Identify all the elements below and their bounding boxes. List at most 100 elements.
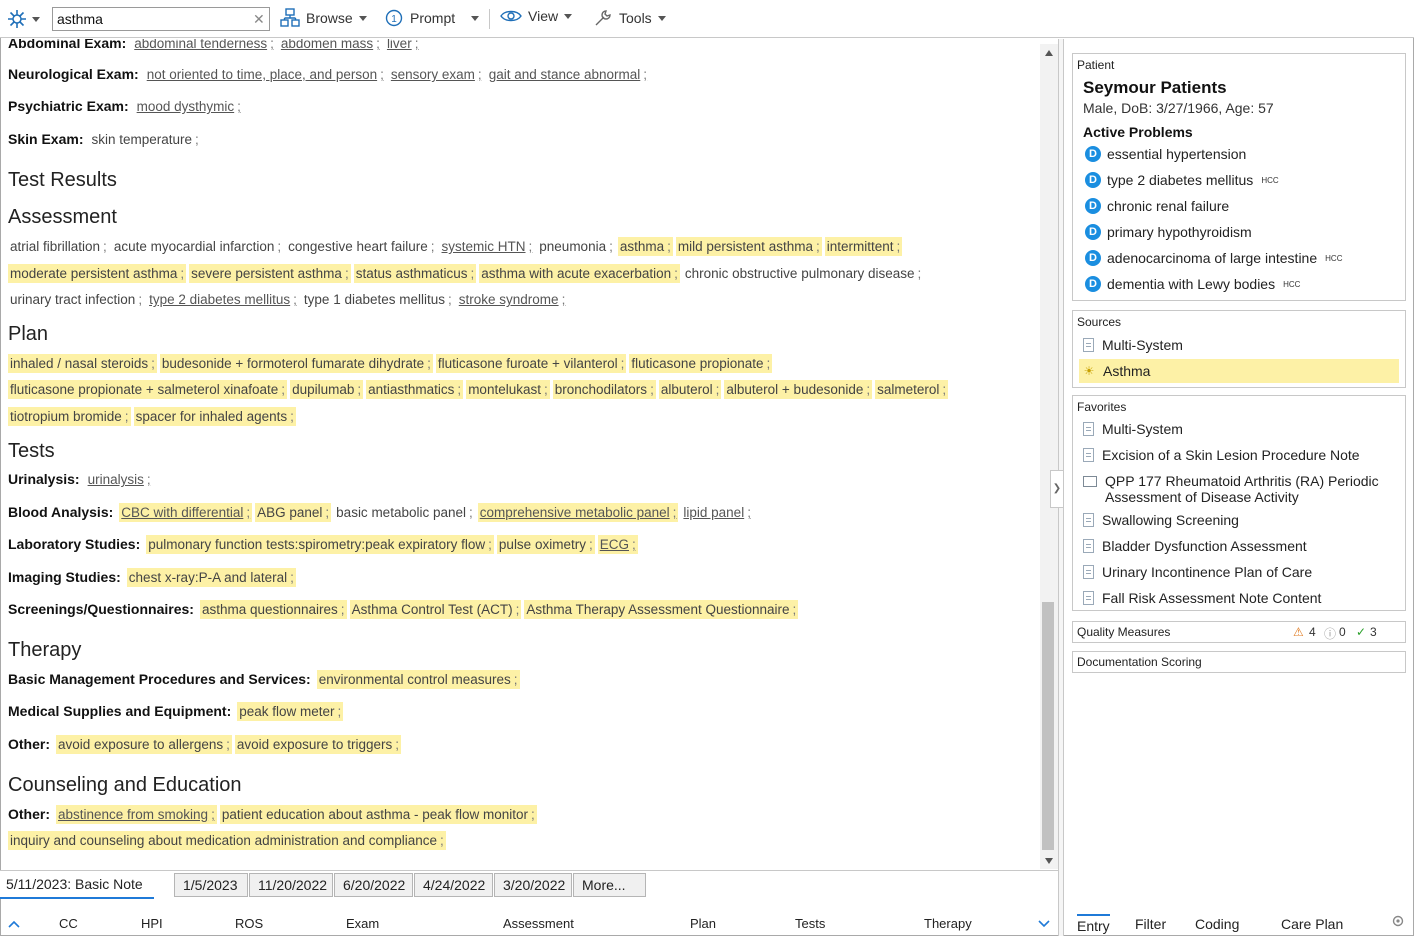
finding-item[interactable]: not oriented to time, place, and person — [145, 65, 386, 84]
chevron-down-icon[interactable] — [1038, 920, 1050, 928]
favorite-item[interactable]: Fall Risk Assessment Note Content — [1079, 586, 1399, 610]
nav-exam[interactable]: Exam — [346, 916, 379, 931]
settings-icon[interactable] — [1391, 914, 1405, 928]
plan-item[interactable]: inhaled / nasal steroids — [8, 354, 157, 373]
test-item[interactable]: ABG panel — [255, 503, 332, 522]
assessment-item[interactable]: asthma with acute exacerbation — [479, 264, 680, 283]
scroll-down-icon[interactable] — [1045, 858, 1053, 864]
problem-item[interactable]: Dtype 2 diabetes mellitus HCC — [1085, 172, 1279, 188]
test-item[interactable]: CBC with differential — [119, 503, 253, 522]
test-item[interactable]: asthma questionnaires — [199, 600, 347, 619]
counseling-item[interactable]: inquiry and counseling about medication … — [8, 831, 446, 850]
plan-item[interactable]: antiasthmatics — [366, 380, 464, 399]
nav-tests[interactable]: Tests — [795, 916, 825, 931]
assessment-item[interactable]: mild persistent asthma — [675, 237, 822, 256]
browse-button[interactable]: Browse — [280, 8, 367, 28]
documentation-scoring-panel[interactable]: Documentation Scoring — [1072, 651, 1406, 673]
prompt-button[interactable]: 1 Prompt — [384, 8, 480, 28]
plan-item[interactable]: montelukast — [466, 380, 550, 399]
assessment-item[interactable]: congestive heart failure — [286, 237, 436, 256]
assessment-item[interactable]: pneumonia — [537, 237, 615, 256]
tab-more[interactable]: More... — [573, 873, 646, 897]
note-scrollbar[interactable] — [1040, 44, 1058, 869]
test-item[interactable]: pulse oximetry — [496, 535, 595, 554]
test-item[interactable]: urinalysis — [86, 470, 153, 489]
assessment-item[interactable]: severe persistent asthma — [189, 264, 351, 283]
nav-hpi[interactable]: HPI — [141, 916, 163, 931]
test-item[interactable]: pulmonary function tests:spirometry:peak… — [146, 535, 494, 554]
quality-measures-panel[interactable]: Quality Measures ⚠ 4 ⓘ 0 ✓ 3 — [1072, 621, 1406, 643]
tab-date[interactable]: 6/20/2022 — [334, 873, 413, 897]
tab-date[interactable]: 4/24/2022 — [414, 873, 493, 897]
tab-date[interactable]: 1/5/2023 — [174, 873, 248, 897]
finding-item[interactable]: skin temperature — [89, 130, 200, 149]
test-item[interactable]: ECG — [597, 535, 638, 554]
finding-item[interactable]: abdomen mass — [279, 39, 382, 53]
test-item[interactable]: Asthma Therapy Assessment Questionnaire — [524, 600, 799, 619]
assessment-item[interactable]: acute myocardial infarction — [112, 237, 283, 256]
tab-coding[interactable]: Coding — [1195, 916, 1239, 932]
assessment-item[interactable]: chronic obstructive pulmonary disease — [683, 264, 923, 283]
assessment-item[interactable]: moderate persistent asthma — [8, 264, 187, 283]
scrollbar-thumb[interactable] — [1042, 602, 1054, 850]
assessment-item[interactable]: systemic HTN — [440, 237, 535, 256]
plan-item[interactable]: bronchodilators — [552, 380, 656, 399]
test-item[interactable]: chest x-ray:P-A and lateral — [126, 568, 296, 587]
tab-care-plan[interactable]: Care Plan — [1281, 916, 1343, 932]
nav-ros[interactable]: ROS — [235, 916, 263, 931]
problem-item[interactable]: Ddementia with Lewy bodies HCC — [1085, 276, 1300, 292]
assessment-item[interactable]: type 2 diabetes mellitus — [147, 290, 299, 309]
assessment-item[interactable]: type 1 diabetes mellitus — [302, 290, 454, 309]
tools-button[interactable]: Tools — [593, 8, 666, 28]
plan-item[interactable]: fluticasone propionate + salmeterol xina… — [8, 380, 288, 399]
counseling-item[interactable]: patient education about asthma - peak fl… — [219, 805, 537, 824]
plan-item[interactable]: albuterol + budesonide — [724, 380, 873, 399]
view-button[interactable]: View — [500, 8, 573, 24]
tab-entry[interactable]: Entry — [1077, 914, 1110, 934]
assessment-item[interactable]: atrial fibrillation — [8, 237, 109, 256]
app-menu-button[interactable] — [6, 8, 40, 30]
therapy-item[interactable]: environmental control measures — [316, 670, 520, 689]
nav-plan[interactable]: Plan — [690, 916, 716, 931]
scroll-up-icon[interactable] — [1045, 50, 1053, 56]
tab-filter[interactable]: Filter — [1135, 916, 1166, 932]
therapy-item[interactable]: avoid exposure to triggers — [234, 735, 401, 754]
collapse-panel-button[interactable]: ❯ — [1050, 470, 1064, 508]
plan-item[interactable]: salmeterol — [875, 380, 949, 399]
favorite-item[interactable]: Bladder Dysfunction Assessment — [1079, 534, 1399, 558]
plan-item[interactable]: dupilumab — [290, 380, 364, 399]
chevron-up-icon[interactable] — [8, 920, 20, 928]
problem-item[interactable]: Dessential hypertension — [1085, 146, 1246, 162]
test-item[interactable]: Asthma Control Test (ACT) — [349, 600, 522, 619]
tab-date[interactable]: 3/20/2022 — [494, 873, 572, 897]
source-item[interactable]: Multi-System — [1079, 333, 1399, 357]
problem-item[interactable]: Dchronic renal failure — [1085, 198, 1229, 214]
assessment-item[interactable]: urinary tract infection — [8, 290, 144, 309]
test-item[interactable]: lipid panel — [681, 503, 753, 522]
problem-item[interactable]: Dprimary hypothyroidism — [1085, 224, 1252, 240]
plan-item[interactable]: spacer for inhaled agents — [133, 407, 296, 426]
plan-item[interactable]: fluticasone propionate — [629, 354, 773, 373]
plan-item[interactable]: fluticasone furoate + vilanterol — [435, 354, 627, 373]
favorite-item[interactable]: Excision of a Skin Lesion Procedure Note — [1079, 443, 1399, 467]
plan-item[interactable]: budesonide + formoterol fumarate dihydra… — [159, 354, 433, 373]
tab-current-note[interactable]: 5/11/2023: Basic Note — [0, 871, 154, 899]
favorite-item[interactable]: Multi-System — [1079, 417, 1399, 441]
source-item-selected[interactable]: ☀ Asthma — [1079, 359, 1399, 383]
nav-assessment[interactable]: Assessment — [503, 916, 574, 931]
finding-item[interactable]: mood dysthymic — [135, 97, 243, 116]
finding-item[interactable]: liver — [385, 39, 421, 53]
assessment-item[interactable]: stroke syndrome — [457, 290, 568, 309]
favorite-item[interactable]: QPP 177 Rheumatoid Arthritis (RA) Period… — [1079, 469, 1399, 505]
tab-date[interactable]: 11/20/2022 — [249, 873, 333, 897]
problem-item[interactable]: Dadenocarcinoma of large intestine HCC — [1085, 250, 1342, 266]
finding-item[interactable]: sensory exam — [389, 65, 484, 84]
test-item[interactable]: basic metabolic panel — [334, 503, 475, 522]
search-input[interactable] — [52, 7, 270, 31]
assessment-item[interactable]: status asthmaticus — [353, 264, 477, 283]
favorite-item[interactable]: Swallowing Screening — [1079, 508, 1399, 532]
nav-therapy[interactable]: Therapy — [924, 916, 972, 931]
plan-item[interactable]: tiotropium bromide — [8, 407, 131, 426]
assessment-item[interactable]: intermittent — [824, 237, 903, 256]
therapy-item[interactable]: avoid exposure to allergens — [56, 735, 232, 754]
